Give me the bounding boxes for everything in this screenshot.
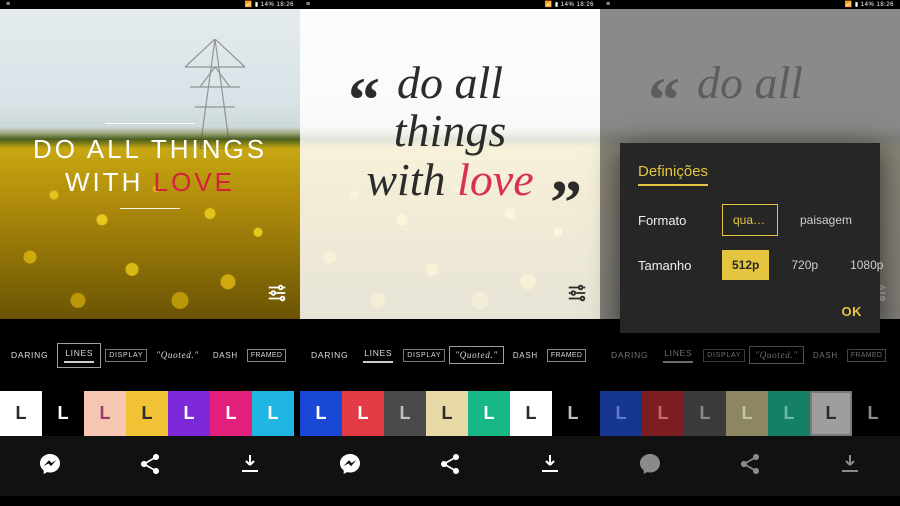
screen-lines: ≡ 📶 ▮ 14% 18:26 DO ALL THINGS WITH LOVE bbox=[0, 0, 300, 506]
style-chip-display[interactable]: DISPLAY bbox=[703, 349, 745, 362]
color-swatch: L bbox=[684, 391, 726, 436]
menu-icon[interactable]: ≡ bbox=[606, 1, 610, 8]
color-swatch[interactable]: L bbox=[468, 391, 510, 436]
color-swatch: L bbox=[852, 391, 894, 436]
style-chip-lines[interactable]: LINES bbox=[357, 344, 399, 367]
messenger-button bbox=[638, 452, 662, 481]
download-button[interactable] bbox=[538, 452, 562, 481]
caption-lines: DO ALL THINGS WITH LOVE bbox=[0, 123, 300, 209]
share-bar bbox=[0, 436, 300, 496]
style-chip-dash[interactable]: DASH bbox=[808, 348, 843, 363]
size-option-720p[interactable]: 720p bbox=[781, 250, 828, 280]
color-swatch[interactable]: L bbox=[210, 391, 252, 436]
color-swatch[interactable]: L bbox=[126, 391, 168, 436]
color-swatch: L bbox=[642, 391, 684, 436]
settings-dialog: Definições Formato quadr... paisagem Tam… bbox=[620, 143, 880, 333]
color-swatch: L bbox=[810, 391, 852, 436]
dialog-title: Definições bbox=[638, 163, 862, 180]
tune-icon[interactable] bbox=[566, 282, 588, 309]
download-button bbox=[838, 452, 862, 481]
style-chip-daring[interactable]: DARING bbox=[606, 347, 653, 363]
style-chip-dash[interactable]: DASH bbox=[508, 348, 543, 363]
screen-settings-dialog: ≡ 📶 ▮ 14% 18:26 “ do all DARINGLINES DISP… bbox=[600, 0, 900, 506]
color-strip[interactable]: LLLLLLL bbox=[300, 391, 600, 436]
size-label: Tamanho bbox=[638, 258, 710, 273]
share-bar bbox=[600, 436, 900, 496]
size-option-512p[interactable]: 512p bbox=[722, 250, 769, 280]
style-chip-daring[interactable]: DARING bbox=[6, 347, 53, 363]
caption-quoted: “ do all things with love ” bbox=[300, 59, 600, 204]
menu-icon[interactable]: ≡ bbox=[306, 1, 310, 8]
style-chip-daring[interactable]: DARING bbox=[306, 347, 353, 363]
style-chip-framed[interactable]: FRAMED bbox=[547, 349, 586, 362]
caption-quoted: “ do all bbox=[600, 59, 900, 107]
color-strip: LLLLLLL bbox=[600, 391, 900, 436]
status-icons: 📶 ▮ 14% 18:26 bbox=[845, 1, 894, 8]
share-button[interactable] bbox=[138, 452, 162, 481]
color-swatch[interactable]: L bbox=[42, 391, 84, 436]
tune-icon[interactable] bbox=[266, 282, 288, 309]
status-bar: ≡ 📶 ▮ 14% 18:26 bbox=[300, 0, 600, 9]
style-chip-lines[interactable]: LINES bbox=[57, 343, 101, 368]
style-chip-lines[interactable]: LINES bbox=[657, 344, 699, 367]
color-swatch[interactable]: L bbox=[426, 391, 468, 436]
color-strip[interactable]: LLLLLLL bbox=[0, 391, 300, 436]
color-swatch: L bbox=[600, 391, 642, 436]
status-icons: 📶 ▮ 14% 18:26 bbox=[545, 1, 594, 8]
size-option-1080p[interactable]: 1080p bbox=[840, 250, 893, 280]
screen-quoted: ≡ 📶 ▮ 14% 18:26 “ do all things with lov… bbox=[300, 0, 600, 506]
color-swatch[interactable]: L bbox=[168, 391, 210, 436]
dialog-row-size: Tamanho 512p 720p 1080p bbox=[638, 250, 862, 280]
preview-canvas: “ do all things with love ” bbox=[300, 9, 600, 319]
color-swatch[interactable]: L bbox=[84, 391, 126, 436]
style-chip-quoted[interactable]: "Quoted." bbox=[151, 347, 204, 363]
share-button bbox=[738, 452, 762, 481]
color-swatch[interactable]: L bbox=[510, 391, 552, 436]
preview-canvas: DO ALL THINGS WITH LOVE bbox=[0, 9, 300, 319]
color-swatch[interactable]: L bbox=[252, 391, 294, 436]
format-label: Formato bbox=[638, 213, 710, 228]
style-strip[interactable]: DARINGLINES DISPLAY "Quoted." DASH FRAMED bbox=[300, 319, 600, 391]
color-swatch[interactable]: L bbox=[342, 391, 384, 436]
status-icons: 📶 ▮ 14% 18:26 bbox=[245, 1, 294, 8]
format-option-square[interactable]: quadr... bbox=[722, 204, 778, 236]
color-swatch[interactable]: L bbox=[0, 391, 42, 436]
color-swatch: L bbox=[768, 391, 810, 436]
share-bar bbox=[300, 436, 600, 496]
dialog-row-format: Formato quadr... paisagem bbox=[638, 204, 862, 236]
messenger-button[interactable] bbox=[338, 452, 362, 481]
format-option-landscape[interactable]: paisagem bbox=[790, 205, 862, 235]
style-chip-quoted[interactable]: "Quoted." bbox=[449, 346, 504, 364]
color-swatch[interactable]: L bbox=[300, 391, 342, 436]
color-swatch[interactable]: L bbox=[552, 391, 594, 436]
share-button[interactable] bbox=[438, 452, 462, 481]
color-swatch[interactable]: L bbox=[384, 391, 426, 436]
style-chip-dash[interactable]: DASH bbox=[208, 348, 243, 363]
style-strip[interactable]: DARINGLINES DISPLAY "Quoted." DASH FRAMED bbox=[0, 319, 300, 391]
status-bar: ≡ 📶 ▮ 14% 18:26 bbox=[600, 0, 900, 9]
style-chip-display[interactable]: DISPLAY bbox=[403, 349, 445, 362]
dialog-ok-button[interactable]: OK bbox=[638, 304, 862, 319]
style-chip-display[interactable]: DISPLAY bbox=[105, 349, 147, 362]
messenger-button[interactable] bbox=[38, 452, 62, 481]
color-swatch: L bbox=[726, 391, 768, 436]
download-button[interactable] bbox=[238, 452, 262, 481]
status-bar: ≡ 📶 ▮ 14% 18:26 bbox=[0, 0, 300, 9]
style-chip-quoted[interactable]: "Quoted." bbox=[749, 346, 804, 364]
menu-icon[interactable]: ≡ bbox=[6, 1, 10, 8]
style-chip-framed[interactable]: FRAMED bbox=[247, 349, 286, 362]
style-chip-framed[interactable]: FRAMED bbox=[847, 349, 886, 362]
